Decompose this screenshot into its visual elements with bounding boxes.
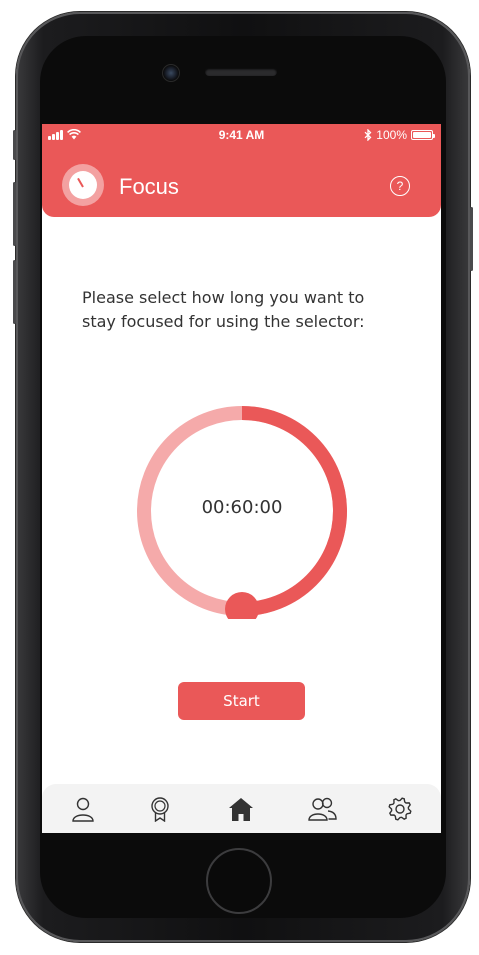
bluetooth-icon bbox=[364, 129, 372, 141]
volume-up-button bbox=[13, 182, 16, 246]
award-icon[interactable] bbox=[147, 796, 173, 822]
earpiece-speaker bbox=[205, 68, 277, 76]
stopwatch-icon bbox=[62, 164, 104, 206]
selector-handle[interactable] bbox=[225, 592, 259, 619]
app-screen: 9:41 AM 100% Focus ? Please select how l… bbox=[42, 124, 441, 833]
status-bar: 9:41 AM 100% bbox=[42, 124, 441, 146]
power-button bbox=[470, 207, 473, 271]
tab-bar bbox=[42, 784, 441, 833]
community-icon[interactable] bbox=[307, 796, 337, 822]
app-header: Focus ? bbox=[42, 146, 441, 217]
profile-icon[interactable] bbox=[70, 796, 96, 822]
settings-icon[interactable] bbox=[387, 796, 413, 822]
help-icon[interactable]: ? bbox=[390, 176, 410, 196]
instructions-text: Please select how long you want to stay … bbox=[82, 288, 365, 331]
status-right-group: 100% bbox=[364, 128, 435, 142]
volume-down-button bbox=[13, 260, 16, 324]
home-icon[interactable] bbox=[228, 796, 254, 822]
home-button[interactable] bbox=[206, 848, 272, 914]
page-title: Focus bbox=[119, 174, 179, 199]
mute-switch bbox=[13, 130, 16, 160]
stopwatch-hand bbox=[77, 177, 84, 188]
front-camera bbox=[162, 64, 180, 82]
start-button[interactable]: Start bbox=[178, 682, 305, 720]
battery-icon bbox=[411, 130, 435, 140]
stopwatch-face bbox=[69, 171, 97, 199]
timer-value: 00:60:00 bbox=[201, 497, 283, 518]
battery-percent: 100% bbox=[376, 128, 407, 142]
